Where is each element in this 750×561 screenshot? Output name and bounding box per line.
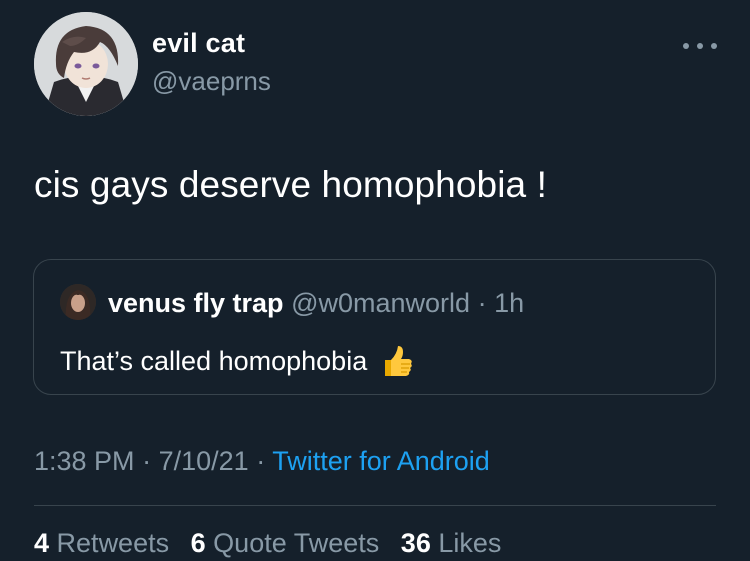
more-options-icon[interactable] — [683, 38, 717, 54]
tweet-time[interactable]: 1:38 PM — [34, 446, 135, 476]
quoted-author-handle[interactable]: @w0manworld — [291, 288, 470, 318]
retweets-stat[interactable]: 4 Retweets — [34, 528, 169, 558]
quoted-tweet-text-row: That’s called homophobia — [60, 342, 415, 380]
meta-separator: · — [256, 446, 266, 476]
divider — [34, 505, 716, 506]
anime-character-avatar — [34, 12, 138, 116]
quoted-separator: · — [477, 288, 487, 318]
tweet-date[interactable]: 7/10/21 — [159, 446, 249, 476]
author-avatar[interactable] — [34, 12, 138, 116]
quoted-tweet-text: That’s called homophobia — [60, 345, 368, 376]
quoted-tweet-card[interactable]: venus fly trap @w0manworld · 1h That’s c… — [33, 259, 716, 395]
more-dot — [683, 43, 689, 49]
quoted-avatar-image — [60, 284, 96, 320]
quoted-tweet-time[interactable]: 1h — [494, 288, 524, 318]
tweet-source-link[interactable]: Twitter for Android — [272, 446, 490, 476]
tweet-text: cis gays deserve homophobia ! — [34, 164, 547, 205]
likes-count: 36 — [400, 528, 431, 558]
thumbs-up-icon — [377, 342, 415, 380]
likes-stat[interactable]: 36 Likes — [401, 528, 502, 558]
likes-label: Likes — [438, 528, 502, 558]
quoted-author-avatar[interactable] — [60, 284, 96, 320]
retweets-count: 4 — [34, 528, 50, 558]
tweet-meta: 1:38 PM · 7/10/21 · Twitter for Android — [34, 446, 490, 477]
quote-tweets-count: 6 — [190, 528, 206, 558]
author-display-name[interactable]: evil cat — [152, 28, 245, 59]
quote-tweets-label: Quote Tweets — [213, 528, 380, 558]
quoted-tweet-header: venus fly trap @w0manworld · 1h — [108, 288, 524, 319]
more-dot — [711, 43, 717, 49]
tweet-stats: 4 Retweets 6 Quote Tweets 36 Likes — [34, 528, 515, 559]
retweets-label: Retweets — [56, 528, 170, 558]
quoted-author-name[interactable]: venus fly trap — [108, 288, 284, 318]
author-handle[interactable]: @vaeprns — [152, 66, 271, 97]
more-dot — [697, 43, 703, 49]
meta-separator: · — [142, 446, 152, 476]
quote-tweets-stat[interactable]: 6 Quote Tweets — [191, 528, 380, 558]
